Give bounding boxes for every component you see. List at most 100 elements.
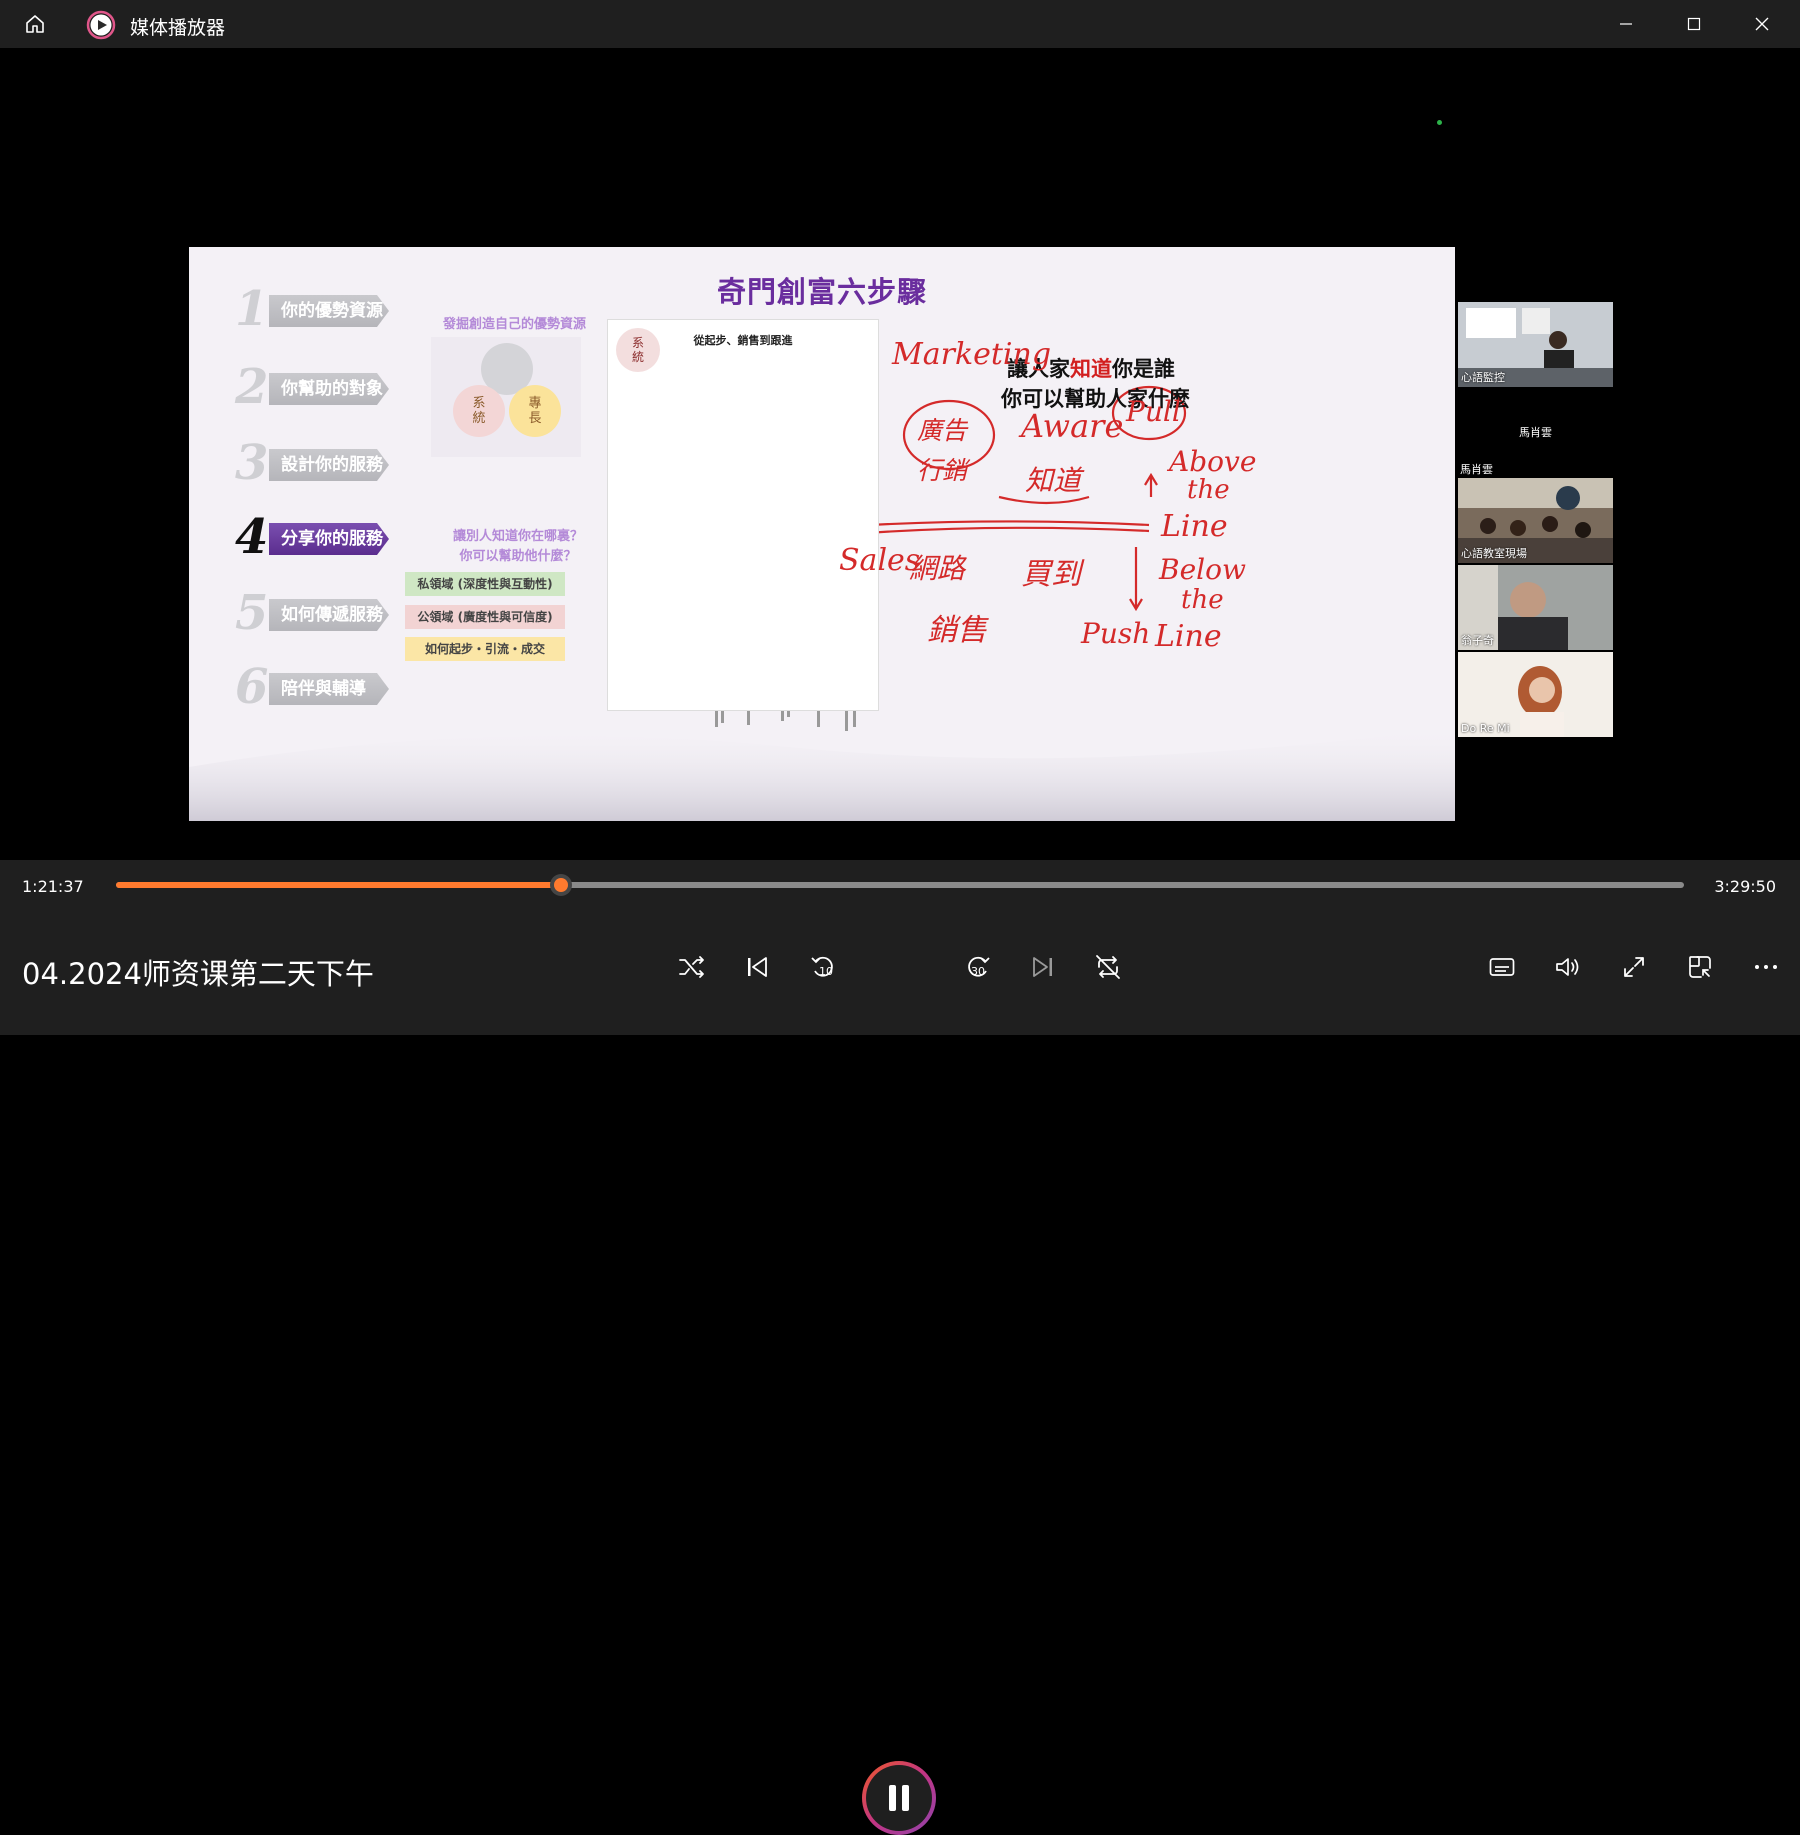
tag-public: 公領域 (廣度性與可信度) bbox=[405, 605, 565, 629]
ink-maidao: 買到 bbox=[1021, 557, 1081, 592]
ink-zhidao: 知道 bbox=[1025, 464, 1082, 497]
close-icon bbox=[1755, 17, 1769, 31]
participant-tile[interactable]: 翁子奇 bbox=[1458, 565, 1613, 650]
seek-progress bbox=[116, 882, 561, 888]
step-label: 你幫助的對象 bbox=[269, 373, 389, 405]
participant-name: 心語監控 bbox=[1461, 371, 1505, 384]
step-label: 如何傳遞服務 bbox=[269, 599, 389, 631]
advantage-subtitle: 發掘創造自己的優勢資源 bbox=[443, 317, 587, 332]
flow-title: 從起步、銷售到跟進 bbox=[693, 334, 793, 347]
mini-player-icon bbox=[1689, 956, 1711, 978]
share-question-1: 讓別人知道你在哪裏？ bbox=[452, 529, 583, 544]
step-number: 6 bbox=[235, 659, 269, 715]
seek-bar[interactable] bbox=[116, 874, 1684, 896]
participant-tile[interactable]: Do Re Mi bbox=[1458, 652, 1613, 737]
participant-name: 馬肖雲 bbox=[1460, 463, 1493, 476]
seek-thumb[interactable] bbox=[549, 874, 572, 896]
media-player-logo bbox=[86, 10, 116, 40]
ink-aware: Aware bbox=[1021, 407, 1124, 445]
window-title: 媒体播放器 bbox=[130, 17, 226, 39]
home-button[interactable] bbox=[18, 8, 52, 40]
previous-button[interactable] bbox=[731, 941, 783, 993]
step-label: 陪伴與輔導 bbox=[269, 673, 389, 705]
step-label: 設計你的服務 bbox=[269, 449, 389, 481]
maximize-button[interactable] bbox=[1660, 0, 1728, 48]
tag-private: 私領域 (深度性與互動性) bbox=[405, 572, 565, 596]
step-label: 分享你的服務 bbox=[269, 523, 389, 555]
ink-sales: Sales bbox=[839, 543, 921, 578]
heading-1-suffix: 你是誰 bbox=[1112, 357, 1175, 381]
step-6: 6 陪伴與輔導 bbox=[235, 659, 395, 715]
forward-30-icon: 30 bbox=[968, 956, 990, 978]
share-question: 讓別人知道你在哪裏？ 你可以幫助他什麼？ bbox=[443, 527, 593, 567]
ink-xiaoshou: 銷售 bbox=[927, 613, 987, 648]
total-time: 3:29:50 bbox=[1714, 877, 1776, 896]
more-icon bbox=[1755, 965, 1777, 969]
minimize-button[interactable] bbox=[1592, 0, 1660, 48]
ink-line-1: Line bbox=[1161, 509, 1228, 544]
more-button[interactable] bbox=[1740, 941, 1792, 993]
fullscreen-button[interactable] bbox=[1608, 941, 1660, 993]
step-3: 3 設計你的服務 bbox=[235, 435, 395, 491]
participant-tile[interactable]: 心語監控 bbox=[1458, 302, 1613, 387]
minimize-icon bbox=[1620, 23, 1632, 25]
title-bar: 媒体播放器 bbox=[0, 0, 1800, 48]
repeat-off-icon bbox=[1096, 955, 1120, 979]
shuffle-icon bbox=[679, 956, 704, 978]
step-number: 3 bbox=[235, 435, 269, 491]
ink-push: Push bbox=[1081, 617, 1151, 650]
pause-icon bbox=[889, 1785, 909, 1811]
volume-button[interactable] bbox=[1542, 941, 1594, 993]
close-button[interactable] bbox=[1728, 0, 1796, 48]
next-button[interactable] bbox=[1017, 941, 1069, 993]
participant-tile[interactable]: 心語教室現場 bbox=[1458, 478, 1613, 563]
ink-pull: Pull bbox=[1126, 395, 1181, 428]
status-dot bbox=[1437, 120, 1442, 125]
rewind-10-button[interactable]: 10 bbox=[797, 941, 849, 993]
forward-30-button[interactable]: 30 bbox=[952, 941, 1004, 993]
venn-expertise-circle: 專 長 bbox=[509, 385, 561, 437]
rewind-label: 10 bbox=[819, 965, 833, 978]
participant-name: 心語教室現場 bbox=[1461, 547, 1527, 560]
step-number: 2 bbox=[235, 359, 269, 415]
media-title: 04.2024师资课第二天下午 bbox=[22, 957, 374, 991]
ink-the-1: the bbox=[1187, 475, 1230, 505]
shuffle-button[interactable] bbox=[666, 941, 718, 993]
previous-icon bbox=[748, 957, 767, 977]
forward-label: 30 bbox=[971, 965, 985, 978]
venn-diagram: 系 統 專 長 bbox=[431, 337, 581, 457]
heading-1-highlight: 知道 bbox=[1070, 357, 1112, 381]
subtitles-icon bbox=[1489, 958, 1515, 976]
repeat-button[interactable] bbox=[1082, 941, 1134, 993]
playback-controls: 1:21:37 3:29:50 04.2024师资课第二天下午 10 30 bbox=[0, 860, 1800, 1835]
ink-wanglu: 網路 bbox=[909, 552, 966, 585]
tag-start: 如何起步・引流・成交 bbox=[405, 637, 565, 661]
participant-name: 翁子奇 bbox=[1461, 634, 1494, 647]
share-question-2: 你可以幫助他什麼？ bbox=[459, 549, 577, 564]
mini-player-button[interactable] bbox=[1674, 941, 1726, 993]
ink-the-2: the bbox=[1181, 585, 1224, 615]
step-2: 2 你幫助的對象 bbox=[235, 359, 395, 415]
participant-name: Do Re Mi bbox=[1461, 722, 1510, 735]
step-number: 5 bbox=[235, 585, 269, 641]
home-icon bbox=[26, 15, 44, 33]
ink-above: Above bbox=[1169, 445, 1257, 478]
volume-icon bbox=[1556, 958, 1579, 976]
venn-system-circle: 系 統 bbox=[453, 385, 505, 437]
rewind-10-icon: 10 bbox=[811, 956, 833, 978]
step-4: 4 分享你的服務 bbox=[235, 509, 395, 565]
ink-below: Below bbox=[1159, 553, 1246, 586]
flowchart-document: 系 統 從起步、銷售到跟進 bbox=[607, 319, 879, 711]
ink-guangxiao: 廣告 行銷 bbox=[917, 416, 968, 485]
step-number: 1 bbox=[235, 281, 269, 337]
subtitles-button[interactable] bbox=[1476, 941, 1528, 993]
participant-name-center: 馬肖雲 bbox=[1519, 426, 1552, 439]
next-icon bbox=[1033, 957, 1052, 977]
step-number: 4 bbox=[235, 509, 269, 565]
maximize-icon bbox=[1687, 17, 1701, 31]
fullscreen-icon bbox=[1624, 957, 1644, 977]
video-surface[interactable]: 奇門創富六步驟 1 你的優勢資源 2 你幫助的對象 3 設計你的服務 4 分享你的服務 5 如何傳… bbox=[0, 48, 1800, 860]
ink-line-2: Line bbox=[1155, 619, 1222, 654]
pause-button[interactable] bbox=[862, 1761, 936, 1835]
step-5: 5 如何傳遞服務 bbox=[235, 585, 395, 641]
